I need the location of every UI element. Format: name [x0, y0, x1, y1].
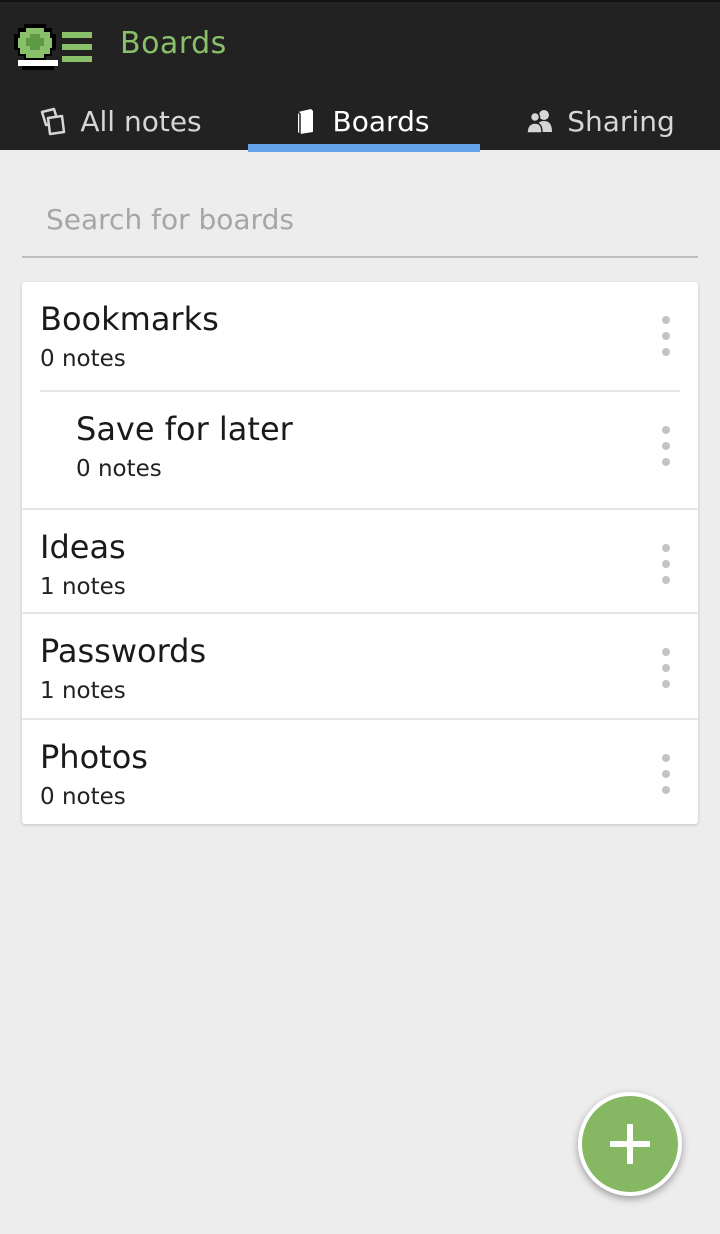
tab-all-notes[interactable]: All notes	[0, 90, 240, 152]
list-item-photos[interactable]: Photos 0 notes	[22, 720, 698, 824]
tab-boards[interactable]: Boards	[240, 90, 480, 152]
add-board-button[interactable]	[578, 1092, 682, 1196]
board-name: Bookmarks	[40, 300, 219, 338]
board-name: Save for later	[76, 410, 293, 448]
tab-label: Boards	[332, 104, 430, 138]
board-count: 0 notes	[40, 346, 126, 372]
more-options-icon[interactable]	[660, 316, 672, 356]
board-count: 0 notes	[40, 784, 126, 810]
board-count: 1 notes	[40, 678, 126, 704]
more-options-icon[interactable]	[660, 648, 672, 688]
page-title: Boards	[120, 26, 227, 61]
board-name: Ideas	[40, 528, 126, 566]
tab-bar: All notes Boards Sharing	[0, 90, 720, 152]
board-name: Passwords	[40, 632, 207, 670]
notes-icon	[41, 107, 66, 136]
list-item-passwords[interactable]: Passwords 1 notes	[22, 614, 698, 720]
tab-label: Sharing	[567, 104, 675, 138]
people-icon	[526, 110, 553, 134]
tab-sharing[interactable]: Sharing	[480, 90, 720, 152]
app-bar: Boards All notes Boards Sharing	[0, 0, 720, 152]
plus-icon	[610, 1124, 650, 1164]
search-field	[22, 186, 698, 258]
turtle-shell-icon[interactable]	[14, 16, 96, 76]
board-name: Photos	[40, 738, 148, 776]
search-input[interactable]	[22, 186, 698, 252]
more-options-icon[interactable]	[660, 426, 672, 466]
boards-list: Bookmarks 0 notes Save for later 0 notes…	[22, 282, 698, 824]
board-icon	[297, 109, 313, 134]
list-item-ideas[interactable]: Ideas 1 notes	[22, 508, 698, 614]
board-count: 0 notes	[76, 456, 162, 482]
list-item-bookmarks[interactable]: Bookmarks 0 notes	[22, 282, 698, 390]
board-count: 1 notes	[40, 574, 126, 600]
more-options-icon[interactable]	[660, 544, 672, 584]
more-options-icon[interactable]	[660, 754, 672, 794]
list-item-save-for-later[interactable]: Save for later 0 notes	[22, 390, 698, 508]
tab-label: All notes	[80, 104, 202, 138]
